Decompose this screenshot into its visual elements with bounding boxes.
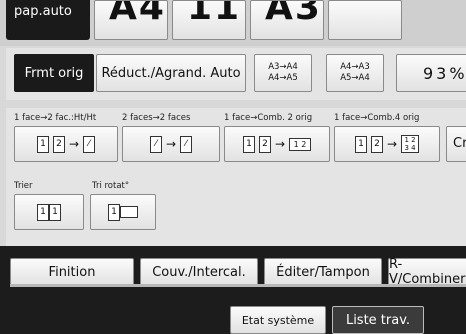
ratio2-top: A4→A3 bbox=[340, 62, 370, 72]
zoom-ratio-button[interactable]: 93% bbox=[396, 54, 466, 92]
arrow-right-icon: → bbox=[165, 137, 177, 151]
tab-underline bbox=[10, 284, 466, 287]
ratio-a3-a4-button[interactable]: A3→A4 A4→A5 bbox=[254, 54, 312, 92]
page-icon: 2 bbox=[52, 135, 65, 153]
paper-auto-label: pap.auto bbox=[14, 4, 72, 19]
duplex-page-icon: ⁄ bbox=[180, 135, 193, 153]
paper-size-button-4[interactable] bbox=[328, 0, 402, 40]
ratio2-bottom: A5→A4 bbox=[340, 73, 370, 83]
original-format-button[interactable]: Frmt orig bbox=[14, 54, 94, 92]
page-icon: 1 bbox=[354, 135, 367, 153]
page-icon: 2 bbox=[370, 135, 383, 153]
duplex-label-2: 2 faces→2 faces bbox=[122, 113, 191, 123]
ratio1-bottom: A4→A5 bbox=[268, 73, 298, 83]
paper-size-3-label: A3 bbox=[265, 0, 322, 28]
paper-size-button-3[interactable]: A3 bbox=[250, 0, 324, 40]
sort-button[interactable]: 1 1 bbox=[14, 194, 84, 230]
paper-size-1-label: A4 bbox=[109, 0, 166, 28]
rotate-sort-icon bbox=[120, 206, 138, 218]
page-icon: 1 bbox=[36, 135, 49, 153]
sort-label: Trier bbox=[14, 181, 33, 191]
paper-size-button-1[interactable]: A4 bbox=[94, 0, 168, 40]
combined-4-page-icon: 1 23 4 bbox=[401, 135, 420, 153]
system-status-button[interactable]: Etat système bbox=[230, 306, 326, 334]
arrow-right-icon: → bbox=[386, 137, 398, 151]
duplex-page-icon: ⁄ bbox=[149, 135, 162, 153]
rotate-sort-icon: 1 bbox=[108, 203, 120, 221]
ratio1-top: A3→A4 bbox=[268, 62, 298, 72]
ratio-a4-a3-button[interactable]: A4→A3 A5→A4 bbox=[326, 54, 384, 92]
page-icon: 1 bbox=[242, 135, 255, 153]
paper-size-button-2[interactable]: 11×8 bbox=[172, 0, 246, 40]
duplex-label-3: 1 face→Comb. 2 orig bbox=[224, 113, 313, 123]
rotate-sort-label: Tri rotat° bbox=[92, 181, 130, 191]
create-margin-button[interactable]: Créer bbox=[446, 126, 466, 162]
tab-edit-stamp[interactable]: Éditer/Tampon bbox=[264, 258, 382, 286]
page-icon: 2 bbox=[258, 135, 271, 153]
duplex-label-1: 1 face→2 fac.:Ht/Ht bbox=[14, 113, 97, 123]
arrow-right-icon: → bbox=[274, 137, 286, 151]
sort-icon: 1 bbox=[49, 203, 61, 221]
duplex-2to2-button[interactable]: ⁄ → ⁄ bbox=[122, 126, 220, 162]
combine-4-button[interactable]: 12 → 1 23 4 bbox=[334, 126, 440, 162]
tab-finition[interactable]: Finition bbox=[10, 258, 134, 286]
paper-size-2-label: 11×8 bbox=[187, 0, 245, 28]
rotate-sort-button[interactable]: 1 bbox=[90, 194, 156, 230]
paper-auto-button[interactable]: pap.auto bbox=[6, 0, 90, 40]
tab-duplex-combine[interactable]: R-V/Combiner bbox=[388, 257, 466, 287]
sort-icon: 1 bbox=[37, 203, 49, 221]
duplex-page-icon: ⁄ bbox=[83, 135, 96, 153]
combine-2-button[interactable]: 12 → 1 2 bbox=[224, 126, 330, 162]
arrow-right-icon: → bbox=[68, 137, 80, 151]
duplex-label-4: 1 face→Comb.4 orig bbox=[334, 113, 420, 123]
job-list-button[interactable]: Liste trav. bbox=[332, 306, 424, 334]
duplex-1to2-button[interactable]: 12 → ⁄ bbox=[14, 126, 118, 162]
tab-cover-slip[interactable]: Couv./Intercal. bbox=[140, 258, 258, 286]
combined-page-icon: 1 2 bbox=[289, 137, 312, 151]
reduce-enlarge-auto-button[interactable]: Réduct./Agrand. Auto bbox=[96, 54, 246, 92]
